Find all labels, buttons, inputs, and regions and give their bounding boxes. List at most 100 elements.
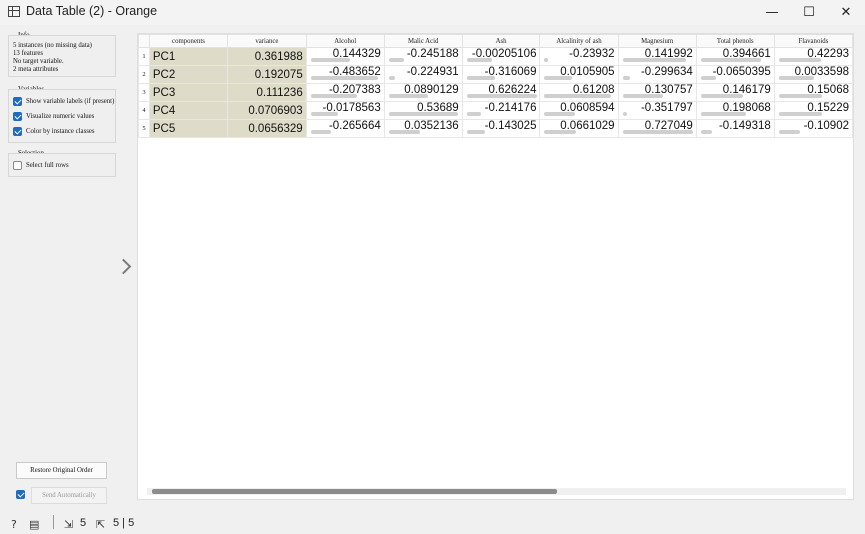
value-cell[interactable]: -0.351797 bbox=[617, 101, 697, 120]
help-icon[interactable]: ? bbox=[11, 518, 17, 531]
value-cell[interactable]: -0.0650395 bbox=[695, 65, 775, 84]
column-header[interactable]: variance bbox=[227, 34, 307, 48]
component-cell[interactable]: PC3 bbox=[148, 83, 229, 102]
header-row: components variance Alcohol Malic Acid A… bbox=[138, 34, 853, 48]
value-cell[interactable]: -0.149318 bbox=[695, 119, 775, 138]
column-header[interactable]: Malic Acid bbox=[383, 34, 463, 48]
value-bar bbox=[388, 130, 420, 134]
value-cell[interactable]: 0.15229 bbox=[773, 101, 853, 120]
select-full-rows-label: Select full rows bbox=[26, 162, 69, 169]
table-row[interactable]: 2 PC2 0.192075 -0.483652 -0.224931 -0.316069 0… bbox=[138, 65, 853, 84]
info-line: 5 instances (no missing data) bbox=[13, 42, 92, 49]
send-auto-checkbox[interactable] bbox=[16, 490, 25, 499]
value-cell[interactable]: -0.00205106 bbox=[461, 47, 541, 66]
table-row[interactable]: 5 PC5 0.0656329 -0.265664 0.0352136 -0.143025… bbox=[138, 119, 853, 138]
corner-cell[interactable] bbox=[138, 34, 150, 48]
report-icon[interactable]: ▤ bbox=[29, 518, 39, 531]
input-icon: ⇲ bbox=[64, 518, 74, 531]
value-cell[interactable]: 0.0352136 bbox=[383, 119, 463, 138]
column-header[interactable]: Alcohol bbox=[305, 34, 385, 48]
value-bar bbox=[622, 76, 630, 80]
row-number[interactable]: 5 bbox=[138, 119, 150, 138]
value-cell[interactable]: 0.0105905 bbox=[539, 65, 619, 84]
value-cell[interactable]: 0.0608594 bbox=[539, 101, 619, 120]
table-row[interactable]: 3 PC3 0.111236 -0.207383 0.0890129 0.626224 0.… bbox=[138, 83, 853, 102]
value-cell[interactable]: 0.146179 bbox=[695, 83, 775, 102]
value-cell[interactable]: 0.130757 bbox=[617, 83, 697, 102]
color-by-class-checkbox[interactable] bbox=[13, 127, 22, 136]
table-row[interactable]: 4 PC4 0.0706903 -0.0178563 0.53689 -0.214176 0… bbox=[138, 101, 853, 120]
value-cell[interactable]: 0.15068 bbox=[773, 83, 853, 102]
value-cell[interactable]: 0.0033598 bbox=[773, 65, 853, 84]
value-cell[interactable]: -0.23932 bbox=[539, 47, 619, 66]
value-cell[interactable]: 0.61208 bbox=[539, 83, 619, 102]
select-full-rows-checkbox[interactable] bbox=[13, 161, 22, 170]
value-cell[interactable]: -0.265664 bbox=[305, 119, 385, 138]
column-header[interactable]: components bbox=[148, 34, 229, 48]
value-bar bbox=[310, 76, 378, 80]
column-header[interactable]: Magnesium bbox=[617, 34, 697, 48]
data-table[interactable]: components variance Alcohol Malic Acid A… bbox=[137, 33, 854, 500]
value-cell[interactable]: 0.0661029 bbox=[539, 119, 619, 138]
value-cell[interactable]: 0.144329 bbox=[305, 47, 385, 66]
scrollbar-thumb[interactable] bbox=[152, 489, 557, 494]
value-bar bbox=[778, 112, 822, 116]
send-automatically-button[interactable]: Send Automatically bbox=[31, 487, 107, 504]
value-bar bbox=[466, 94, 537, 98]
row-number[interactable]: 3 bbox=[138, 83, 150, 102]
value-cell[interactable]: -0.214176 bbox=[461, 101, 541, 120]
value-cell[interactable]: 0.394661 bbox=[695, 47, 775, 66]
show-labels-checkbox[interactable] bbox=[13, 97, 22, 106]
value-cell[interactable]: -0.207383 bbox=[305, 83, 385, 102]
variance-cell[interactable]: 0.192075 bbox=[227, 65, 307, 84]
row-number[interactable]: 1 bbox=[138, 47, 150, 66]
value-cell[interactable]: 0.141992 bbox=[617, 47, 697, 66]
variance-cell[interactable]: 0.361988 bbox=[227, 47, 307, 66]
value-bar bbox=[700, 58, 761, 62]
value-bar bbox=[700, 112, 746, 116]
value-cell[interactable]: 0.727049 bbox=[617, 119, 697, 138]
value-cell[interactable]: -0.245188 bbox=[383, 47, 463, 66]
value-bar bbox=[622, 112, 627, 116]
value-cell[interactable]: 0.53689 bbox=[383, 101, 463, 120]
maximize-button[interactable]: ☐ bbox=[789, 0, 829, 25]
value-cell[interactable]: -0.10902 bbox=[773, 119, 853, 138]
value-bar bbox=[622, 130, 693, 134]
value-bar bbox=[544, 58, 549, 62]
value-bar bbox=[310, 130, 331, 134]
variance-cell[interactable]: 0.0656329 bbox=[227, 119, 307, 138]
value-cell[interactable]: -0.143025 bbox=[461, 119, 541, 138]
component-cell[interactable]: PC4 bbox=[148, 101, 229, 120]
minimize-button[interactable]: — bbox=[752, 0, 792, 25]
component-cell[interactable]: PC1 bbox=[148, 47, 229, 66]
table-row[interactable]: 1 PC1 0.361988 0.144329 -0.245188 -0.00205106… bbox=[138, 47, 853, 66]
value-cell[interactable]: -0.316069 bbox=[461, 65, 541, 84]
visualize-checkbox[interactable] bbox=[13, 112, 22, 121]
column-header[interactable]: Ash bbox=[461, 34, 541, 48]
value-cell[interactable]: -0.299634 bbox=[617, 65, 697, 84]
value-cell[interactable]: 0.42293 bbox=[773, 47, 853, 66]
row-number[interactable]: 2 bbox=[138, 65, 150, 84]
value-cell[interactable]: 0.0890129 bbox=[383, 83, 463, 102]
component-cell[interactable]: PC5 bbox=[148, 119, 229, 138]
column-header[interactable]: Flavanoids bbox=[773, 34, 853, 48]
value-cell[interactable]: 0.626224 bbox=[461, 83, 541, 102]
value-bar bbox=[544, 94, 612, 98]
value-cell[interactable]: -0.0178563 bbox=[305, 101, 385, 120]
table-grid: components variance Alcohol Malic Acid A… bbox=[138, 34, 853, 138]
row-number[interactable]: 4 bbox=[138, 101, 150, 120]
value-cell[interactable]: -0.483652 bbox=[305, 65, 385, 84]
restore-order-button[interactable]: Restore Original Order bbox=[16, 462, 107, 479]
variance-cell[interactable]: 0.111236 bbox=[227, 83, 307, 102]
column-header[interactable]: Alcalinity of ash bbox=[539, 34, 619, 48]
color-by-class-label: Color by instance classes bbox=[26, 128, 95, 135]
value-bar bbox=[466, 112, 481, 116]
variance-cell[interactable]: 0.0706903 bbox=[227, 101, 307, 120]
close-button[interactable]: ✕ bbox=[826, 0, 865, 25]
horizontal-scrollbar[interactable] bbox=[147, 488, 846, 495]
value-cell[interactable]: 0.198068 bbox=[695, 101, 775, 120]
value-cell[interactable]: -0.224931 bbox=[383, 65, 463, 84]
value-bar bbox=[778, 58, 821, 62]
component-cell[interactable]: PC2 bbox=[148, 65, 229, 84]
column-header[interactable]: Total phenols bbox=[695, 34, 775, 48]
